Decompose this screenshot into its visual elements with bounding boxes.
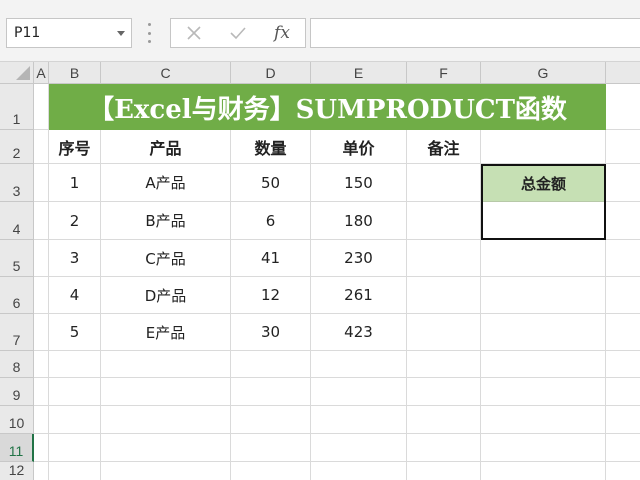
row-header-2[interactable]: 2 (0, 130, 34, 164)
column-header-g[interactable]: G (481, 62, 606, 84)
total-amount-value[interactable] (483, 202, 604, 238)
row-header-12[interactable]: 12 (0, 462, 34, 480)
fx-label: fx (274, 23, 290, 43)
drag-handle-icon[interactable] (147, 23, 151, 43)
header-cell-price[interactable]: 单价 (311, 130, 407, 164)
table-cell[interactable]: 41 (231, 240, 311, 277)
header-cell-index[interactable]: 序号 (49, 130, 101, 164)
column-header-f[interactable]: F (407, 62, 481, 84)
table-cell[interactable]: 12 (231, 277, 311, 314)
table-cell[interactable]: C产品 (101, 240, 231, 277)
total-amount-label[interactable]: 总金额 (483, 166, 604, 202)
table-cell[interactable]: 6 (231, 202, 311, 240)
fx-icon[interactable]: fx (265, 22, 299, 44)
table-cell[interactable]: B产品 (101, 202, 231, 240)
table-cell[interactable]: E产品 (101, 314, 231, 351)
chevron-down-icon[interactable] (117, 31, 125, 36)
table-cell[interactable]: 180 (311, 202, 407, 240)
header-cell-product[interactable]: 产品 (101, 130, 231, 164)
formula-buttons: fx (170, 18, 306, 48)
name-box-value: P11 (14, 25, 41, 41)
row-header-10[interactable]: 10 (0, 406, 34, 434)
table-cell[interactable]: 230 (311, 240, 407, 277)
row-header-6[interactable]: 6 (0, 277, 34, 314)
table-cell[interactable]: 150 (311, 164, 407, 202)
table-cell[interactable]: 1 (49, 164, 101, 202)
table-cell[interactable]: 2 (49, 202, 101, 240)
column-header-e[interactable]: E (311, 62, 407, 84)
row-header-1[interactable]: 1 (0, 84, 34, 130)
table-cell[interactable]: 30 (231, 314, 311, 351)
table-cell[interactable]: 50 (231, 164, 311, 202)
close-icon[interactable] (177, 22, 211, 44)
spreadsheet-grid: A B C D E F G 1 2 3 4 5 6 7 8 9 10 11 12 (0, 62, 640, 480)
check-icon[interactable] (221, 22, 255, 44)
column-header-h[interactable] (606, 62, 640, 84)
row-header-4[interactable]: 4 (0, 202, 34, 240)
table-cell[interactable]: 261 (311, 277, 407, 314)
row-header-3[interactable]: 3 (0, 164, 34, 202)
row-header-9[interactable]: 9 (0, 378, 34, 406)
table-cell[interactable]: 5 (49, 314, 101, 351)
total-amount-box: 总金额 (481, 164, 606, 240)
column-header-d[interactable]: D (231, 62, 311, 84)
column-header-a[interactable]: A (34, 62, 49, 84)
table-cell[interactable]: D产品 (101, 277, 231, 314)
header-cell-note[interactable]: 备注 (407, 130, 481, 164)
name-box[interactable]: P11 (6, 18, 132, 48)
formula-input[interactable] (310, 18, 640, 48)
title-cell[interactable]: 【Excel与财务】SUMPRODUCT函数 (49, 84, 606, 130)
row-header-7[interactable]: 7 (0, 314, 34, 351)
select-all-button[interactable] (0, 62, 34, 84)
table-cell[interactable]: 3 (49, 240, 101, 277)
row-header-11[interactable]: 11 (0, 434, 34, 462)
header-cell-quantity[interactable]: 数量 (231, 130, 311, 164)
formula-bar: P11 fx (0, 0, 640, 62)
table-cell[interactable]: 423 (311, 314, 407, 351)
column-header-c[interactable]: C (101, 62, 231, 84)
row-header-8[interactable]: 8 (0, 351, 34, 378)
table-cell[interactable]: A产品 (101, 164, 231, 202)
row-header-5[interactable]: 5 (0, 240, 34, 277)
column-header-b[interactable]: B (49, 62, 101, 84)
table-cell[interactable]: 4 (49, 277, 101, 314)
